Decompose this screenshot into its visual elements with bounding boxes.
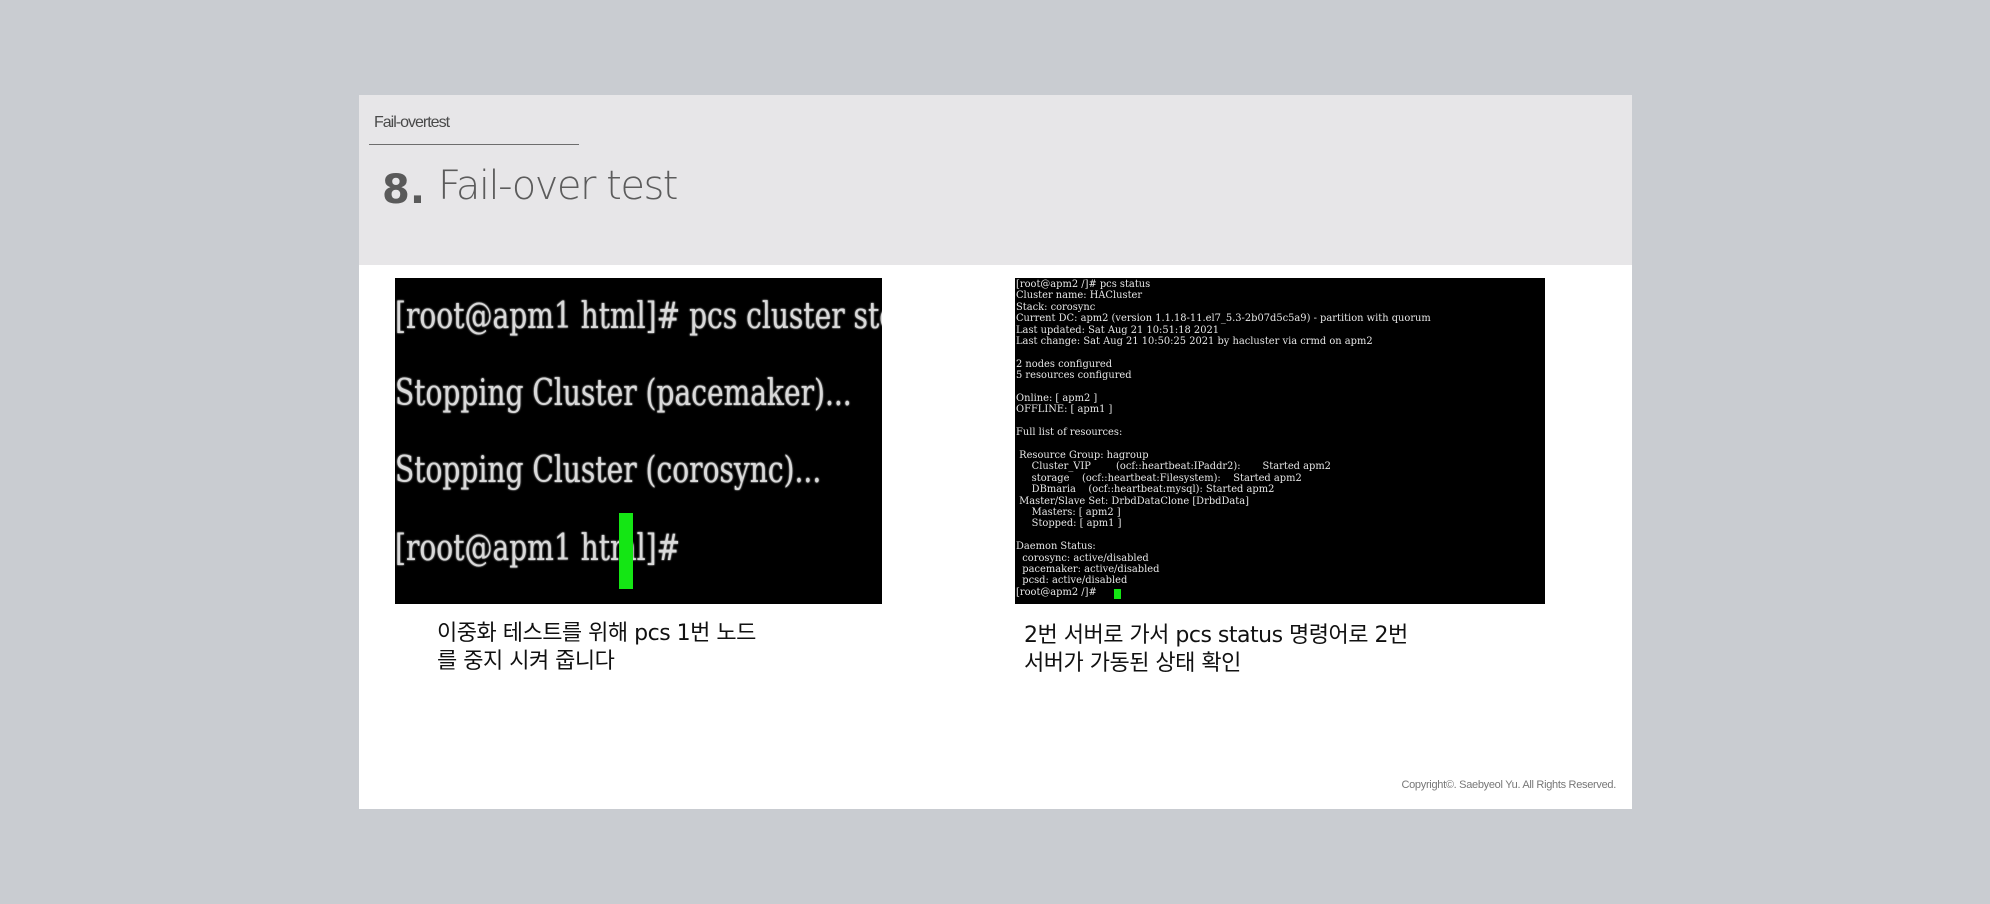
caption-line: 서버가 가동된 상태 확인 (1024, 651, 1241, 676)
terminal-line: Last change: Sat Aug 21 10:50:25 2021 by… (1016, 335, 1373, 347)
terminal-line: Full list of resources: (1016, 426, 1123, 439)
slide-header: Fail-overtest 8. Fail-over test (359, 95, 1632, 265)
terminal-line: [root@apm1 html]# (395, 528, 681, 569)
terminal-line: Stopped: [ apm1 ] (1016, 517, 1122, 530)
caption-line: 를 중지 시켜 줍니다 (437, 649, 615, 674)
terminal-line: Stopping Cluster (pacemaker)... (395, 373, 852, 414)
terminal-cursor (1114, 589, 1121, 599)
section-divider (369, 144, 579, 145)
title-number: 8. (382, 167, 426, 213)
terminal-line: Stopping Cluster (corosync)... (395, 450, 822, 491)
section-label: Fail-overtest (374, 114, 450, 131)
copyright-notice: Copyright©. Saebyeol Yu. All Rights Rese… (1401, 779, 1616, 791)
terminal-screenshot-pcs-status: [root@apm2 /]# pcs status Cluster name: … (1015, 278, 1545, 604)
caption-line: 2번 서버로 가서 pcs status 명령어로 2번 (1024, 623, 1408, 648)
caption-right: 2번 서버로 가서 pcs status 명령어로 2번 서버가 가동된 상태 … (1024, 622, 1504, 678)
terminal-line: [root@apm1 html]# pcs cluster stop (395, 296, 882, 337)
slide: Fail-overtest 8. Fail-over test [root@ap… (359, 95, 1632, 809)
caption-left: 이중화 테스트를 위해 pcs 1번 노드 를 중지 시켜 줍니다 (437, 620, 857, 676)
caption-line: 이중화 테스트를 위해 pcs 1번 노드 (437, 621, 756, 646)
page-title: Fail-over test (438, 163, 678, 209)
terminal-line: OFFLINE: [ apm1 ] (1016, 403, 1113, 416)
terminal-screenshot-cluster-stop: [root@apm1 html]# pcs cluster stop Stopp… (395, 278, 882, 604)
terminal-line: [root@apm2 /]# (1016, 585, 1097, 598)
terminal-line: 5 resources configured (1016, 369, 1132, 382)
terminal-cursor (619, 513, 633, 589)
